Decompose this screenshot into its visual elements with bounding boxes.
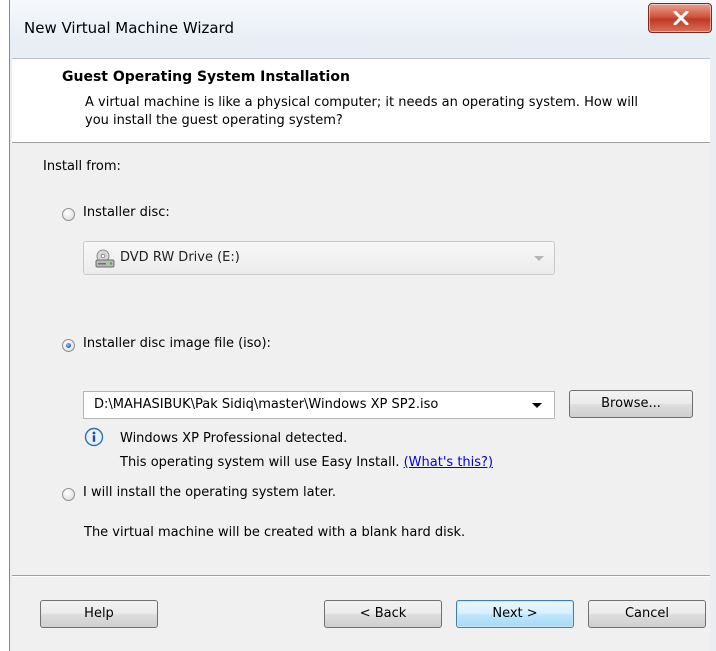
disc-drive-select[interactable]: DVD RW Drive (E:)	[83, 241, 555, 275]
chevron-down-icon[interactable]	[532, 403, 542, 408]
installer-disc-radio[interactable]	[62, 208, 75, 221]
wizard-header: Guest Operating System Installation A vi…	[12, 59, 710, 143]
close-icon	[673, 11, 689, 25]
os-detected-text: Windows XP Professional detected.	[120, 431, 348, 446]
page-description: A virtual machine is like a physical com…	[85, 95, 639, 128]
window-title: New Virtual Machine Wizard	[24, 19, 234, 37]
blank-disk-note: The virtual machine will be created with…	[84, 525, 466, 540]
iso-path-combobox[interactable]: D:\MAHASIBUK\Pak Sidiq\master\Windows XP…	[83, 391, 555, 419]
easy-install-sentence: This operating system will use Easy Inst…	[120, 455, 400, 470]
help-button[interactable]: Help	[40, 600, 158, 628]
installer-disc-label[interactable]: Installer disc:	[83, 205, 170, 220]
install-later-radio[interactable]	[62, 488, 75, 501]
install-later-label[interactable]: I will install the operating system late…	[83, 485, 336, 500]
cancel-button[interactable]: Cancel	[588, 600, 706, 628]
easy-install-text: This operating system will use Easy Inst…	[120, 455, 493, 470]
iso-path-value[interactable]: D:\MAHASIBUK\Pak Sidiq\master\Windows XP…	[94, 397, 438, 412]
close-button[interactable]	[648, 3, 712, 33]
iso-image-label[interactable]: Installer disc image file (iso):	[83, 336, 271, 351]
back-button[interactable]: < Back	[324, 600, 442, 628]
dvd-drive-icon	[95, 249, 115, 268]
whats-this-link[interactable]: (What's this?)	[404, 455, 493, 470]
chevron-down-icon	[534, 256, 544, 261]
info-icon	[84, 427, 104, 447]
wizard-window: New Virtual Machine Wizard Guest Operati…	[9, 0, 716, 651]
iso-image-radio[interactable]	[62, 339, 75, 352]
dialog-client-area: Guest Operating System Installation A vi…	[12, 58, 710, 651]
disc-drive-value: DVD RW Drive (E:)	[120, 250, 240, 265]
install-from-label: Install from:	[43, 159, 121, 174]
next-button[interactable]: Next >	[456, 600, 574, 628]
title-bar: New Virtual Machine Wizard	[10, 0, 716, 46]
footer-separator	[12, 575, 710, 577]
browse-button[interactable]: Browse...	[569, 390, 693, 418]
page-title: Guest Operating System Installation	[62, 69, 350, 85]
